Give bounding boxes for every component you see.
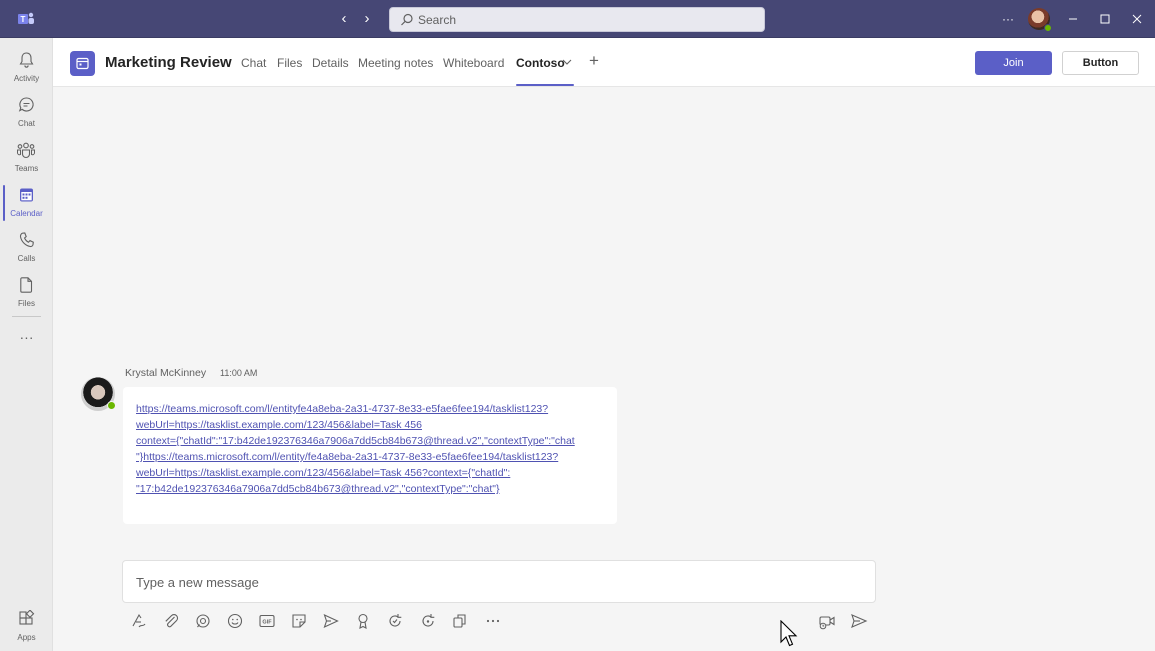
- rail-item-calendar[interactable]: Calendar: [0, 182, 53, 227]
- chat-icon: [18, 97, 34, 112]
- presence-available-icon: [1044, 24, 1052, 32]
- tab-whiteboard[interactable]: Whiteboard: [443, 56, 504, 70]
- add-tab-icon[interactable]: +: [586, 52, 602, 69]
- bell-icon: [19, 52, 34, 68]
- chevron-down-icon[interactable]: [562, 58, 572, 66]
- rail-item-teams[interactable]: Teams: [0, 137, 53, 182]
- rail-item-calls[interactable]: Calls: [0, 227, 53, 272]
- refresh-icon[interactable]: [386, 612, 404, 630]
- rail-item-label: Files: [18, 299, 35, 308]
- praise-icon[interactable]: [354, 612, 372, 630]
- tab-details[interactable]: Details: [312, 56, 349, 70]
- message-link-line[interactable]: https://teams.microsoft.com/l/entityfe4a…: [136, 403, 548, 415]
- rail-item-label: Teams: [14, 164, 39, 173]
- rail-divider: [12, 316, 41, 317]
- rail-item-files[interactable]: Files: [0, 272, 53, 317]
- meeting-header: Marketing Review Chat Files Details Meet…: [53, 38, 1155, 87]
- rail-item-label: Calendar: [10, 209, 43, 218]
- apps-icon: [19, 610, 35, 625]
- calendar-icon: [20, 188, 33, 202]
- message-link-line[interactable]: context={"chatId":"17:b42de192376346a790…: [136, 435, 575, 447]
- more-options-icon[interactable]: [484, 612, 502, 630]
- svg-text:T: T: [21, 15, 26, 24]
- phone-icon: [19, 232, 34, 248]
- message-timestamp: 11:00 AM: [220, 368, 258, 378]
- secondary-button[interactable]: Button: [1062, 51, 1139, 75]
- send-icon[interactable]: [850, 612, 868, 630]
- rail-item-label: Activity: [13, 74, 40, 83]
- emoji-icon[interactable]: [226, 612, 244, 630]
- file-icon: [20, 277, 33, 293]
- teams-icon: [17, 142, 35, 159]
- avatar[interactable]: [81, 377, 116, 411]
- meet-now-icon[interactable]: [818, 612, 836, 630]
- format-icon[interactable]: [130, 612, 148, 630]
- rail-item-label: Apps: [17, 633, 36, 642]
- forward-arrow-icon[interactable]: ›: [359, 11, 375, 27]
- tab-chat[interactable]: Chat: [241, 56, 266, 70]
- apps-extension-icon[interactable]: [451, 612, 469, 630]
- message-sender: Krystal McKinney: [125, 367, 207, 379]
- rail-item-apps[interactable]: Apps: [0, 606, 53, 651]
- rail-item-chat[interactable]: Chat: [0, 92, 53, 137]
- gif-icon[interactable]: GIF: [258, 612, 276, 630]
- minimize-icon[interactable]: [1063, 9, 1083, 29]
- message-link-line[interactable]: webUrl=https://tasklist.example.com/123/…: [136, 467, 510, 479]
- more-options-icon[interactable]: ···: [998, 9, 1018, 29]
- mouse-cursor-icon: [780, 620, 798, 647]
- search-input[interactable]: Search: [389, 7, 765, 32]
- compose-placeholder: Type a new message: [136, 575, 259, 590]
- rail-item-label: Chat: [18, 119, 35, 128]
- loop-icon[interactable]: [194, 612, 212, 630]
- search-icon: [401, 13, 413, 26]
- title-bar: T ‹ › Search ···: [0, 0, 1155, 38]
- message-link-line[interactable]: webUrl=https://tasklist.example.com/123/…: [136, 419, 422, 431]
- presence-available-icon: [107, 401, 116, 410]
- message-bubble: https://teams.microsoft.com/l/entityfe4a…: [123, 387, 617, 524]
- svg-text:GIF: GIF: [262, 620, 272, 626]
- message-link-line[interactable]: "17:b42de192376346a7906a7dd5cb84b673@thr…: [136, 483, 499, 495]
- page-title: Marketing Review: [105, 54, 232, 71]
- schedule-send-icon[interactable]: [322, 612, 340, 630]
- close-icon[interactable]: [1127, 9, 1147, 29]
- teams-logo-icon[interactable]: T: [17, 11, 35, 27]
- message-link-line[interactable]: "}https://teams.microsoft.com/l/entity/f…: [136, 451, 558, 463]
- approvals-icon[interactable]: [419, 612, 437, 630]
- tab-files[interactable]: Files: [277, 56, 302, 70]
- user-avatar[interactable]: [1028, 8, 1052, 32]
- active-tab-indicator: [516, 84, 574, 86]
- app-rail: Activity Chat Teams Calendar Calls Files…: [0, 38, 53, 651]
- search-placeholder: Search: [418, 13, 457, 27]
- sticker-icon[interactable]: [290, 612, 308, 630]
- tab-contoso[interactable]: Contoso: [516, 56, 565, 70]
- attach-icon[interactable]: [162, 612, 180, 630]
- rail-item-activity[interactable]: Activity: [0, 47, 53, 92]
- tab-meeting-notes[interactable]: Meeting notes: [358, 56, 433, 70]
- meeting-icon: [70, 51, 95, 76]
- back-arrow-icon[interactable]: ‹: [336, 11, 352, 27]
- compose-box[interactable]: Type a new message: [122, 560, 876, 603]
- more-apps-icon[interactable]: ···: [16, 330, 37, 344]
- join-button[interactable]: Join: [975, 51, 1052, 75]
- rail-item-label: Calls: [17, 254, 36, 263]
- maximize-icon[interactable]: [1095, 9, 1115, 29]
